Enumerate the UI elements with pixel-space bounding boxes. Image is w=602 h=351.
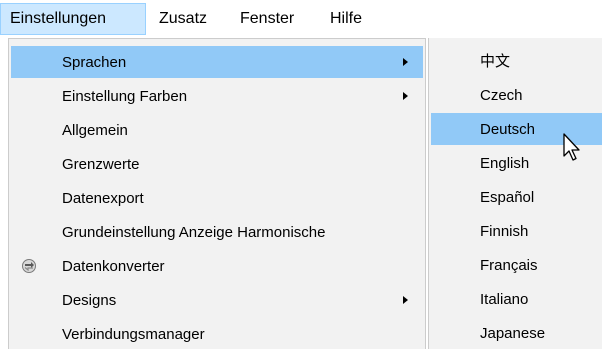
language-label: 中文 [480,53,511,70]
language-item-japanese[interactable]: Japanese [431,317,602,349]
menu-item-label: Designs [62,292,117,309]
menu-item-label: Allgemein [62,122,128,139]
menu-hilfe[interactable]: Hilfe [330,3,362,35]
language-item-finnish[interactable]: Finnish [431,215,602,247]
menu-item-label: Datenexport [62,190,144,207]
converter-icon [21,258,37,274]
sprachen-submenu: 中文 Czech Deutsch English Español Finnish… [428,38,602,349]
menu-item-grundeinstellung[interactable]: Grundeinstellung Anzeige Harmonische [11,216,423,248]
chevron-right-icon [403,58,408,66]
menu-item-verbindungsmanager[interactable]: Verbindungsmanager [11,318,423,350]
language-item-francais[interactable]: Français [431,249,602,281]
language-label: Finnish [480,223,529,240]
language-label: Español [480,189,535,206]
language-label: English [480,155,530,172]
language-label: Deutsch [480,121,536,138]
menu-fenster[interactable]: Fenster [240,3,294,35]
menu-item-allgemein[interactable]: Allgemein [11,114,423,146]
einstellungen-dropdown: Sprachen Einstellung Farben Allgemein Gr… [8,38,426,349]
menu-item-datenexport[interactable]: Datenexport [11,182,423,214]
language-item-chinese[interactable]: 中文 [431,45,602,77]
menu-item-label: Grundeinstellung Anzeige Harmonische [62,224,326,241]
menu-item-datenkonverter[interactable]: Datenkonverter [11,250,423,282]
language-label: Czech [480,87,523,104]
menu-bar: Einstellungen Zusatz Fenster Hilfe [0,0,602,36]
language-item-czech[interactable]: Czech [431,79,602,111]
menu-item-label: Einstellung Farben [62,88,188,105]
mouse-pointer-icon [563,133,580,161]
menu-item-grenzwerte[interactable]: Grenzwerte [11,148,423,180]
language-label: Français [480,257,538,274]
language-item-italiano[interactable]: Italiano [431,283,602,315]
language-item-espanol[interactable]: Español [431,181,602,213]
menu-item-label: Sprachen [62,54,127,71]
menu-item-sprachen[interactable]: Sprachen [11,46,423,78]
chevron-right-icon [403,296,408,304]
menu-item-label: Verbindungsmanager [62,326,205,343]
language-label: Italiano [480,291,529,308]
menu-einstellungen[interactable]: Einstellungen [0,3,146,35]
menu-zusatz[interactable]: Zusatz [159,3,207,35]
chevron-right-icon [403,92,408,100]
menu-item-label: Grenzwerte [62,156,140,173]
menu-item-label: Datenkonverter [62,258,165,275]
menu-item-designs[interactable]: Designs [11,284,423,316]
language-label: Japanese [480,325,546,342]
menu-item-einstellung-farben[interactable]: Einstellung Farben [11,80,423,112]
